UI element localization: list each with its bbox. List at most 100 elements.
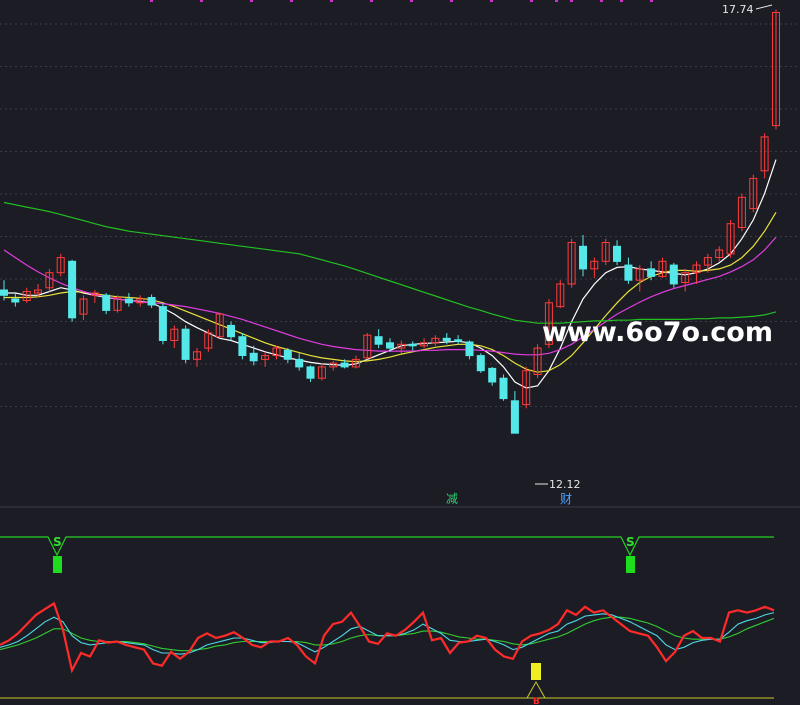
top-marker [600, 0, 603, 2]
top-markers [150, 0, 653, 2]
candle [408, 341, 417, 351]
buy-signal-bar [531, 663, 541, 680]
high-price-label: 17.74 [722, 3, 754, 16]
oscillator-lines [0, 601, 775, 674]
candle-body [579, 245, 587, 270]
candle [79, 295, 88, 321]
candle [113, 295, 122, 313]
candle [272, 345, 281, 360]
candle [510, 391, 519, 434]
candle-body [499, 377, 508, 400]
candle [45, 268, 54, 292]
candle-body [510, 400, 519, 434]
candle [601, 238, 610, 266]
candle [283, 348, 292, 364]
ma-line-ma60 [3, 201, 777, 324]
candle-body [374, 336, 383, 345]
candle [329, 360, 338, 371]
candle [227, 321, 235, 341]
candle [204, 329, 213, 352]
candle-body [669, 264, 678, 285]
low-price-label: 12.12 [549, 478, 581, 491]
top-marker [490, 0, 493, 2]
candle [737, 193, 746, 232]
buy-signal-label: B [533, 697, 540, 705]
candle-body [488, 367, 497, 383]
candle [772, 9, 780, 130]
candlesticks [0, 9, 780, 434]
candle-body [613, 245, 621, 262]
candle [306, 365, 315, 382]
candle [488, 366, 497, 386]
candle-body [465, 341, 474, 357]
stock-chart: 17.74 12.12 减 财 www.6o7o.com SS B [0, 0, 800, 705]
candle [579, 234, 587, 277]
top-marker [650, 0, 653, 2]
candle [193, 348, 201, 367]
candle [533, 344, 542, 379]
event-1-label[interactable]: 减 [446, 492, 458, 506]
candle-body [295, 358, 304, 368]
top-marker [200, 0, 203, 2]
top-marker [555, 0, 558, 2]
candle-body [454, 339, 463, 342]
candle [68, 259, 77, 322]
candle [374, 329, 383, 349]
candle-body [283, 349, 292, 360]
signal-line [0, 536, 774, 557]
bottom-signal: B [0, 663, 774, 705]
candle [658, 257, 667, 278]
candle-body [340, 362, 349, 368]
candle-body [647, 268, 656, 277]
candle-body [238, 336, 247, 357]
candle [726, 219, 735, 258]
sell-signal-label: S [626, 535, 635, 549]
candle [317, 363, 326, 381]
candle [420, 338, 428, 349]
sell-signal-bar [626, 556, 635, 573]
candle [681, 268, 690, 292]
candle [567, 238, 576, 288]
candle-body [624, 264, 633, 281]
top-marker [250, 0, 253, 2]
candle-body [227, 324, 235, 338]
candle [749, 174, 758, 213]
signal-panel: SS [0, 535, 774, 573]
top-marker [530, 0, 533, 2]
candle-body [181, 328, 190, 360]
candle-body [102, 294, 111, 311]
candle [158, 302, 167, 345]
event-labels: 减 财 [446, 492, 572, 506]
candle [556, 280, 565, 309]
candle [181, 325, 190, 364]
candle [613, 240, 621, 266]
candle-body [306, 366, 315, 379]
candle [692, 261, 701, 284]
candle [454, 335, 463, 345]
candle [465, 340, 474, 360]
candle-body [442, 337, 451, 342]
candle [147, 294, 156, 309]
sell-signal-bar [53, 556, 62, 573]
candle [170, 325, 179, 349]
top-marker [450, 0, 453, 2]
top-marker [330, 0, 333, 2]
top-marker [570, 0, 573, 2]
candle [635, 265, 644, 292]
candle-body [408, 343, 417, 347]
candle-body [158, 306, 167, 342]
candle [669, 262, 678, 288]
event-2-label[interactable]: 财 [560, 492, 572, 506]
top-marker [370, 0, 373, 2]
candle [261, 351, 270, 367]
candle [760, 133, 769, 179]
candle [363, 332, 372, 360]
candle [499, 374, 508, 401]
candle [124, 293, 133, 307]
top-marker [290, 0, 293, 2]
candle-body [0, 289, 8, 296]
candle [715, 246, 724, 262]
candle-body [249, 352, 258, 362]
candle [56, 253, 65, 277]
candle-body [124, 298, 133, 304]
